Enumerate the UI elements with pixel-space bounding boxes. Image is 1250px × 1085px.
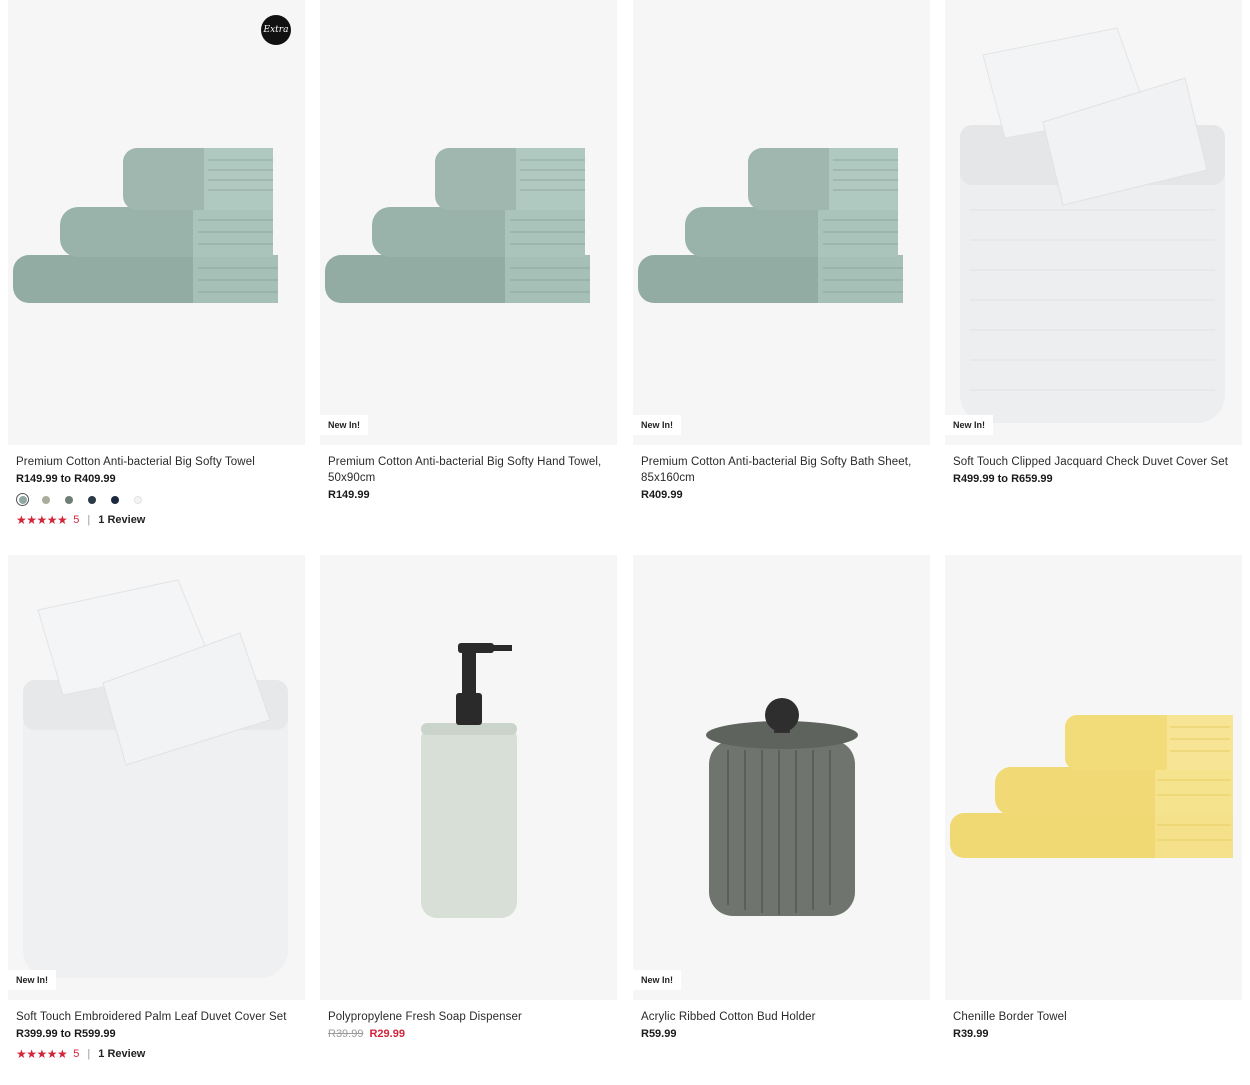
star-rating-icon: ★★★★★ xyxy=(16,1047,68,1061)
rating[interactable]: ★★★★★ 5 | 1 Review xyxy=(16,513,297,527)
towel-stack-image xyxy=(950,715,1233,858)
product-image[interactable] xyxy=(320,555,617,1000)
product-title[interactable]: Premium Cotton Anti-bacterial Big Softy … xyxy=(641,454,922,486)
product-card[interactable]: New In! Premium Cotton Anti-bacterial Bi… xyxy=(320,0,617,501)
new-in-badge: New In! xyxy=(633,415,682,435)
product-title[interactable]: Acrylic Ribbed Cotton Bud Holder xyxy=(641,1009,922,1025)
product-image[interactable]: New In! xyxy=(633,555,930,1000)
product-price: R499.99 to R659.99 xyxy=(953,473,1053,485)
product-image[interactable]: New In! xyxy=(633,0,930,445)
cotton-bud-holder-image xyxy=(706,698,858,916)
extra-badge-icon: Extra xyxy=(261,15,291,45)
product-card[interactable]: Polypropylene Fresh Soap Dispenser R39.9… xyxy=(320,555,617,1040)
product-card[interactable]: New In! Soft Touch Embroidered Palm Leaf… xyxy=(8,555,305,1061)
towel-stack-image xyxy=(325,148,590,303)
rating[interactable]: ★★★★★ 5 | 1 Review xyxy=(16,1047,297,1061)
product-image[interactable]: New In! xyxy=(8,555,305,1000)
product-card[interactable]: New In! Premium Cotton Anti-bacterial Bi… xyxy=(633,0,930,501)
review-count[interactable]: 1 Review xyxy=(98,1048,145,1060)
product-card[interactable]: New In! Acrylic Ribbed Cotton Bud Holder… xyxy=(633,555,930,1040)
product-card[interactable]: New In! Soft Touch Clipped Jacquard Chec… xyxy=(945,0,1242,485)
product-title[interactable]: Chenille Border Towel xyxy=(953,1009,1234,1025)
product-price: R39.99 xyxy=(953,1028,989,1040)
rating-separator: | xyxy=(87,1048,91,1060)
original-price: R39.99 xyxy=(328,1028,364,1040)
rating-value: 5 xyxy=(73,514,80,526)
swatch-olive[interactable] xyxy=(39,493,52,506)
product-image[interactable]: Extra xyxy=(8,0,305,445)
product-price: R399.99 to R599.99 xyxy=(16,1028,116,1040)
duvet-cover-image xyxy=(960,27,1225,423)
new-in-badge: New In! xyxy=(945,415,994,435)
new-in-badge: New In! xyxy=(8,970,57,990)
product-price: R409.99 xyxy=(641,489,683,501)
swatch-navy[interactable] xyxy=(108,493,121,506)
product-price: R39.99 R29.99 xyxy=(328,1028,609,1040)
product-card[interactable]: Chenille Border Towel R39.99 xyxy=(945,555,1242,1040)
review-count[interactable]: 1 Review xyxy=(98,514,145,526)
duvet-cover-image xyxy=(23,579,288,978)
towel-stack-image xyxy=(638,148,903,303)
product-title[interactable]: Soft Touch Embroidered Palm Leaf Duvet C… xyxy=(16,1009,297,1025)
star-rating-icon: ★★★★★ xyxy=(16,513,68,527)
rating-value: 5 xyxy=(73,1048,80,1060)
towel-stack-image xyxy=(13,148,278,303)
product-price: R59.99 xyxy=(641,1028,677,1040)
product-title[interactable]: Premium Cotton Anti-bacterial Big Softy … xyxy=(328,454,609,486)
product-title[interactable]: Premium Cotton Anti-bacterial Big Softy … xyxy=(16,454,297,470)
color-swatches xyxy=(16,493,297,506)
product-title[interactable]: Polypropylene Fresh Soap Dispenser xyxy=(328,1009,609,1025)
product-image[interactable]: New In! xyxy=(945,0,1242,445)
swatch-green[interactable] xyxy=(62,493,75,506)
sale-price: R29.99 xyxy=(369,1028,405,1040)
product-price: R149.99 xyxy=(328,489,370,501)
new-in-badge: New In! xyxy=(633,970,682,990)
product-price: R149.99 to R409.99 xyxy=(16,473,116,485)
new-in-badge: New In! xyxy=(320,415,369,435)
product-title[interactable]: Soft Touch Clipped Jacquard Check Duvet … xyxy=(953,454,1234,470)
product-image[interactable] xyxy=(945,555,1242,1000)
product-grid: Extra Premium Cotton Anti-bacterial Big … xyxy=(0,0,1250,1085)
product-image[interactable]: New In! xyxy=(320,0,617,445)
swatch-charcoal[interactable] xyxy=(85,493,98,506)
rating-separator: | xyxy=(87,514,91,526)
soap-dispenser-image xyxy=(421,643,517,918)
swatch-sage[interactable] xyxy=(16,493,29,506)
product-card[interactable]: Extra Premium Cotton Anti-bacterial Big … xyxy=(8,0,305,527)
swatch-white[interactable] xyxy=(131,493,144,506)
